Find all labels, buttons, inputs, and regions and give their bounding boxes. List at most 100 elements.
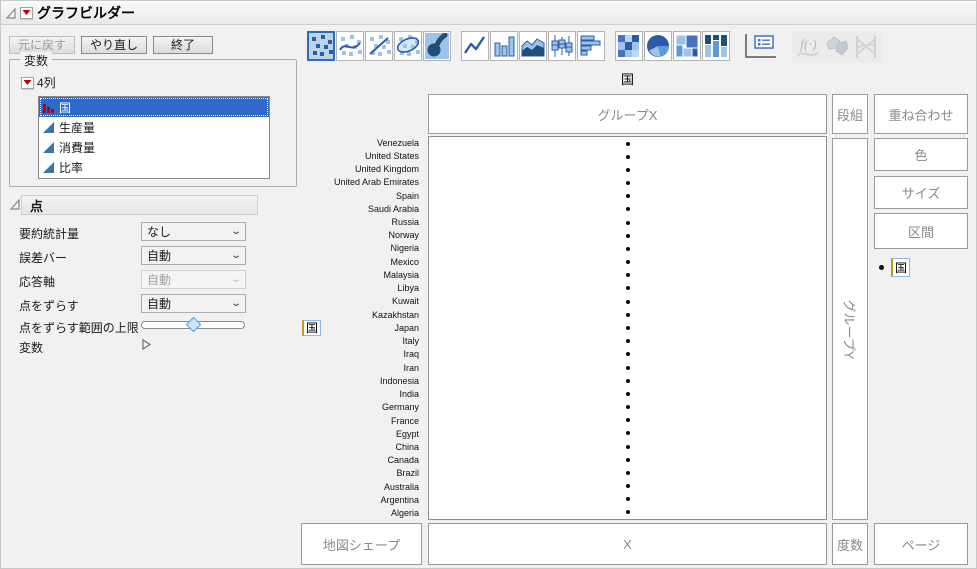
charttype-heatmap-icon[interactable] — [615, 31, 643, 61]
chevron-down-icon: ⌄ — [230, 251, 242, 261]
size-dropzone[interactable]: サイズ — [874, 176, 968, 209]
data-point[interactable] — [626, 366, 630, 370]
freq-dropzone[interactable]: 度数 — [832, 523, 868, 565]
plot-row — [429, 479, 826, 492]
data-point[interactable] — [626, 431, 630, 435]
data-point[interactable] — [626, 484, 630, 488]
jitter-value: 自動 — [147, 295, 171, 312]
charttype-ellipse-icon[interactable] — [394, 31, 422, 61]
y-axis-variable-chip[interactable]: 国 — [302, 320, 321, 336]
jitter-dropdown[interactable]: 自動⌄ — [141, 294, 246, 313]
jitter-label: 点をずらす — [19, 297, 79, 314]
data-point[interactable] — [626, 392, 630, 396]
data-point[interactable] — [626, 445, 630, 449]
legend-item[interactable]: 国 — [891, 258, 910, 277]
window-disclosure-icon[interactable] — [5, 7, 17, 19]
y-axis-title[interactable]: 国 — [302, 319, 321, 336]
data-point[interactable] — [626, 313, 630, 317]
group-x-dropzone[interactable]: グループX — [428, 94, 827, 134]
plot-row — [429, 493, 826, 506]
charttype-parallel-icon[interactable] — [852, 32, 880, 62]
toolbar-group-4 — [740, 31, 783, 61]
data-point[interactable] — [626, 273, 630, 277]
page-dropzone[interactable]: ページ — [874, 523, 968, 565]
graph-title: 国 — [428, 69, 827, 88]
list-item[interactable]: 国 — [39, 97, 269, 117]
plot-area[interactable] — [428, 136, 827, 520]
charttype-box-plot-icon[interactable] — [548, 31, 576, 61]
plot-row — [429, 282, 826, 295]
plot-row — [429, 335, 826, 348]
data-point[interactable] — [626, 247, 630, 251]
points-section-disclosure-icon[interactable] — [9, 198, 21, 210]
summary-statistic-dropdown[interactable]: なし⌄ — [141, 222, 246, 241]
jitter-limit-slider[interactable] — [141, 321, 245, 329]
data-point[interactable] — [626, 510, 630, 514]
charttype-line-of-fit-icon[interactable] — [365, 31, 393, 61]
data-point[interactable] — [626, 339, 630, 343]
data-point[interactable] — [626, 221, 630, 225]
list-item[interactable]: 生産量 — [39, 117, 269, 137]
charttype-histogram-icon[interactable] — [577, 31, 605, 61]
redo-button[interactable]: やり直し — [81, 36, 147, 54]
y-axis-tick-label: Libya — [301, 282, 423, 295]
list-item[interactable]: 消費量 — [39, 137, 269, 157]
charttype-caption-box-icon[interactable] — [740, 31, 782, 61]
report-menu-icon[interactable] — [20, 7, 33, 19]
data-point[interactable] — [626, 286, 630, 290]
plot-row — [429, 216, 826, 229]
toolbar-group-5: f(·) — [792, 31, 883, 63]
data-point[interactable] — [626, 458, 630, 462]
data-point[interactable] — [626, 155, 630, 159]
data-point[interactable] — [626, 260, 630, 264]
group-y-dropzone[interactable]: グループY — [832, 138, 868, 520]
charttype-treemap-icon[interactable] — [673, 31, 701, 61]
x-dropzone[interactable]: X — [428, 523, 827, 565]
charttype-pie-icon[interactable] — [644, 31, 672, 61]
charttype-bar-icon[interactable] — [490, 31, 518, 61]
color-dropzone[interactable]: 色 — [874, 138, 968, 171]
data-point[interactable] — [626, 168, 630, 172]
data-point[interactable] — [626, 405, 630, 409]
y-axis-tick-label: Argentina — [301, 493, 423, 506]
charttype-points-icon[interactable] — [307, 31, 335, 61]
data-point[interactable] — [626, 300, 630, 304]
data-point[interactable] — [626, 352, 630, 356]
done-button[interactable]: 終了 — [153, 36, 213, 54]
charttype-mosaic-icon[interactable] — [702, 31, 730, 61]
data-point[interactable] — [626, 471, 630, 475]
plot-row — [429, 361, 826, 374]
charttype-contour-icon[interactable] — [423, 31, 451, 61]
data-point[interactable] — [626, 379, 630, 383]
error-bars-dropdown[interactable]: 自動⌄ — [141, 246, 246, 265]
charttype-area-icon[interactable] — [519, 31, 547, 61]
interval-dropzone[interactable]: 区間 — [874, 213, 968, 249]
overlay-dropzone[interactable]: 重ね合わせ — [874, 94, 968, 134]
interval-zone-label: 区間 — [908, 222, 934, 241]
data-point[interactable] — [626, 418, 630, 422]
list-item[interactable]: 比率 — [39, 157, 269, 177]
plot-row — [429, 137, 826, 150]
columns-dropzone[interactable]: 段組 — [832, 94, 868, 134]
data-point[interactable] — [626, 181, 630, 185]
data-point[interactable] — [626, 497, 630, 501]
data-point[interactable] — [626, 234, 630, 238]
charttype-smoother-icon[interactable] — [336, 31, 364, 61]
charttype-formula-icon[interactable]: f(·) — [794, 32, 822, 62]
data-point[interactable] — [626, 142, 630, 146]
group-x-label: グループX — [598, 105, 658, 124]
column-list[interactable]: 国 生産量 消費量 比率 — [38, 96, 270, 179]
data-point[interactable] — [626, 326, 630, 330]
map-shape-dropzone[interactable]: 地図シェープ — [301, 523, 422, 565]
continuous-column-icon — [42, 121, 55, 134]
variables-disclosure-icon[interactable] — [141, 338, 152, 351]
y-axis-tick-label: Mexico — [301, 255, 423, 268]
data-point[interactable] — [626, 194, 630, 198]
columns-menu-icon[interactable] — [21, 77, 34, 89]
data-point[interactable] — [626, 207, 630, 211]
overlay-zone-label: 重ね合わせ — [888, 105, 953, 124]
charttype-line-icon[interactable] — [461, 31, 489, 61]
points-section-header[interactable]: 点 — [21, 195, 258, 215]
slider-thumb[interactable] — [186, 317, 202, 333]
charttype-map-shapes-icon[interactable] — [823, 32, 851, 62]
